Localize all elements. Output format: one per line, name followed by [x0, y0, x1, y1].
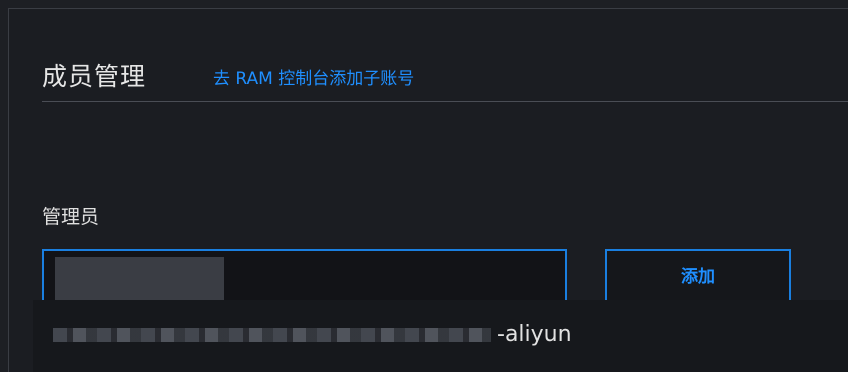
admin-input[interactable] [42, 249, 567, 306]
member-redacted-mask [53, 328, 491, 342]
add-admin-button[interactable]: 添加 [605, 249, 791, 306]
admin-label: 管理员 [42, 206, 100, 228]
member-name: -aliyun [33, 322, 572, 347]
input-redacted-mask [55, 257, 224, 304]
member-list-item[interactable]: -aliyun [33, 300, 848, 372]
ram-console-link[interactable]: 去 RAM 控制台添加子账号 [213, 64, 414, 89]
page-title: 成员管理 [42, 62, 147, 91]
title-divider [42, 101, 848, 102]
member-name-suffix: -aliyun [497, 322, 572, 347]
